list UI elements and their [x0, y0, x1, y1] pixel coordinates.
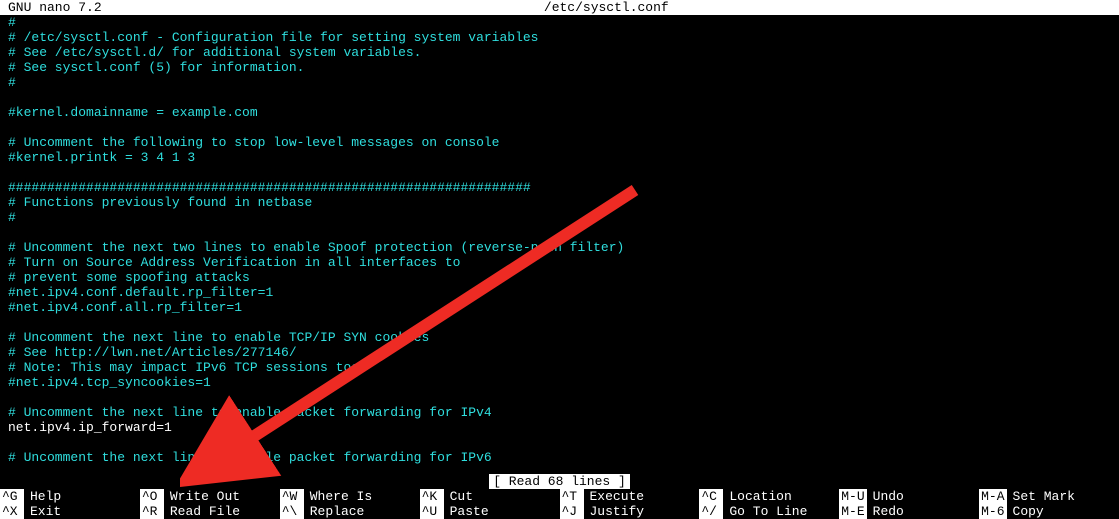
shortcut-key: ^U — [420, 504, 444, 519]
editor-line[interactable] — [8, 225, 1119, 240]
shortcut-label: Exit — [24, 504, 61, 519]
shortcut-label: Read File — [164, 504, 240, 519]
shortcut-key: M-A — [979, 489, 1006, 504]
shortcut-label: Help — [24, 489, 61, 504]
shortcut-key: ^G — [0, 489, 24, 504]
shortcut-item: M-ASet Mark — [979, 489, 1119, 504]
shortcut-label: Where Is — [304, 489, 372, 504]
editor-line[interactable]: # Turn on Source Address Verification in… — [8, 255, 1119, 270]
shortcut-key: ^K — [420, 489, 444, 504]
editor-line[interactable]: # See http://lwn.net/Articles/277146/ — [8, 345, 1119, 360]
editor-line[interactable] — [8, 390, 1119, 405]
editor-line[interactable]: # — [8, 15, 1119, 30]
shortcut-item: ^CLocation — [699, 489, 839, 504]
shortcut-item: M-6Copy — [979, 504, 1119, 519]
editor-line[interactable]: # Uncomment the next line to enable pack… — [8, 405, 1119, 420]
editor-line[interactable]: # Functions previously found in netbase — [8, 195, 1119, 210]
shortcut-label: Copy — [1007, 504, 1044, 519]
shortcut-key: ^C — [699, 489, 723, 504]
shortcut-key: ^R — [140, 504, 164, 519]
editor-line[interactable]: #net.ipv4.conf.default.rp_filter=1 — [8, 285, 1119, 300]
shortcut-item: ^/Go To Line — [699, 504, 839, 519]
shortcut-item: ^\Replace — [280, 504, 420, 519]
titlebar: GNU nano 7.2 /etc/sysctl.conf — [0, 0, 1119, 15]
editor-line[interactable] — [8, 435, 1119, 450]
shortcut-key: ^\ — [280, 504, 304, 519]
shortcut-key: ^O — [140, 489, 164, 504]
shortcut-label: Undo — [867, 489, 904, 504]
shortcut-key: M-U — [839, 489, 866, 504]
shortcut-item: ^OWrite Out — [140, 489, 280, 504]
editor-line[interactable]: #kernel.domainname = example.com — [8, 105, 1119, 120]
editor-line[interactable]: # — [8, 75, 1119, 90]
shortcut-key: ^T — [560, 489, 584, 504]
shortcut-key: ^W — [280, 489, 304, 504]
editor-line[interactable]: # Note: This may impact IPv6 TCP session… — [8, 360, 1119, 375]
shortcut-item: ^JJustify — [560, 504, 700, 519]
shortcut-item: ^GHelp — [0, 489, 140, 504]
editor-line[interactable]: #kernel.printk = 3 4 1 3 — [8, 150, 1119, 165]
shortcut-item: M-UUndo — [839, 489, 979, 504]
shortcut-key: ^J — [560, 504, 584, 519]
status-message: [ Read 68 lines ] — [489, 474, 630, 489]
shortcut-key: M-6 — [979, 504, 1006, 519]
editor-line[interactable]: # /etc/sysctl.conf - Configuration file … — [8, 30, 1119, 45]
shortcut-item: ^UPaste — [420, 504, 560, 519]
editor-line[interactable] — [8, 165, 1119, 180]
editor-line[interactable] — [8, 315, 1119, 330]
app-name: GNU nano 7.2 — [0, 0, 102, 15]
shortcut-key: M-E — [839, 504, 866, 519]
shortcut-label: Paste — [444, 504, 489, 519]
editor-line[interactable]: #net.ipv4.conf.all.rp_filter=1 — [8, 300, 1119, 315]
editor-line[interactable]: # See sysctl.conf (5) for information. — [8, 60, 1119, 75]
editor-line[interactable] — [8, 120, 1119, 135]
editor-line[interactable]: # Uncomment the next two lines to enable… — [8, 240, 1119, 255]
editor-line[interactable]: # Uncomment the next line to enable pack… — [8, 450, 1119, 465]
shortcut-label: Location — [723, 489, 791, 504]
shortcut-item: ^KCut — [420, 489, 560, 504]
shortcut-key: ^/ — [699, 504, 723, 519]
editor-line[interactable]: #net.ipv4.tcp_syncookies=1 — [8, 375, 1119, 390]
editor-line[interactable]: # Uncomment the following to stop low-le… — [8, 135, 1119, 150]
editor-line[interactable]: net.ipv4.ip_forward=1 — [8, 420, 1119, 435]
shortcut-label: Cut — [444, 489, 473, 504]
shortcut-item: M-ERedo — [839, 504, 979, 519]
editor-line[interactable]: # — [8, 210, 1119, 225]
shortcut-item: ^TExecute — [560, 489, 700, 504]
shortcut-item: ^WWhere Is — [280, 489, 420, 504]
shortcut-label: Justify — [584, 504, 645, 519]
editor-line[interactable]: # See /etc/sysctl.d/ for additional syst… — [8, 45, 1119, 60]
editor-line[interactable]: ########################################… — [8, 180, 1119, 195]
shortcut-label: Go To Line — [723, 504, 807, 519]
shortcut-label: Redo — [867, 504, 904, 519]
shortcut-label: Execute — [584, 489, 645, 504]
shortcut-bar: ^GHelp^XExit^OWrite Out^RRead File^WWher… — [0, 489, 1119, 519]
editor-area[interactable]: ## /etc/sysctl.conf - Configuration file… — [0, 15, 1119, 465]
shortcut-key: ^X — [0, 504, 24, 519]
status-bar: [ Read 68 lines ] — [0, 474, 1119, 489]
file-path: /etc/sysctl.conf — [102, 0, 1111, 15]
shortcut-label: Replace — [304, 504, 365, 519]
shortcut-label: Set Mark — [1007, 489, 1075, 504]
shortcut-item: ^XExit — [0, 504, 140, 519]
editor-line[interactable]: # Uncomment the next line to enable TCP/… — [8, 330, 1119, 345]
shortcut-item: ^RRead File — [140, 504, 280, 519]
editor-line[interactable] — [8, 90, 1119, 105]
editor-line[interactable]: # prevent some spoofing attacks — [8, 270, 1119, 285]
shortcut-label: Write Out — [164, 489, 240, 504]
